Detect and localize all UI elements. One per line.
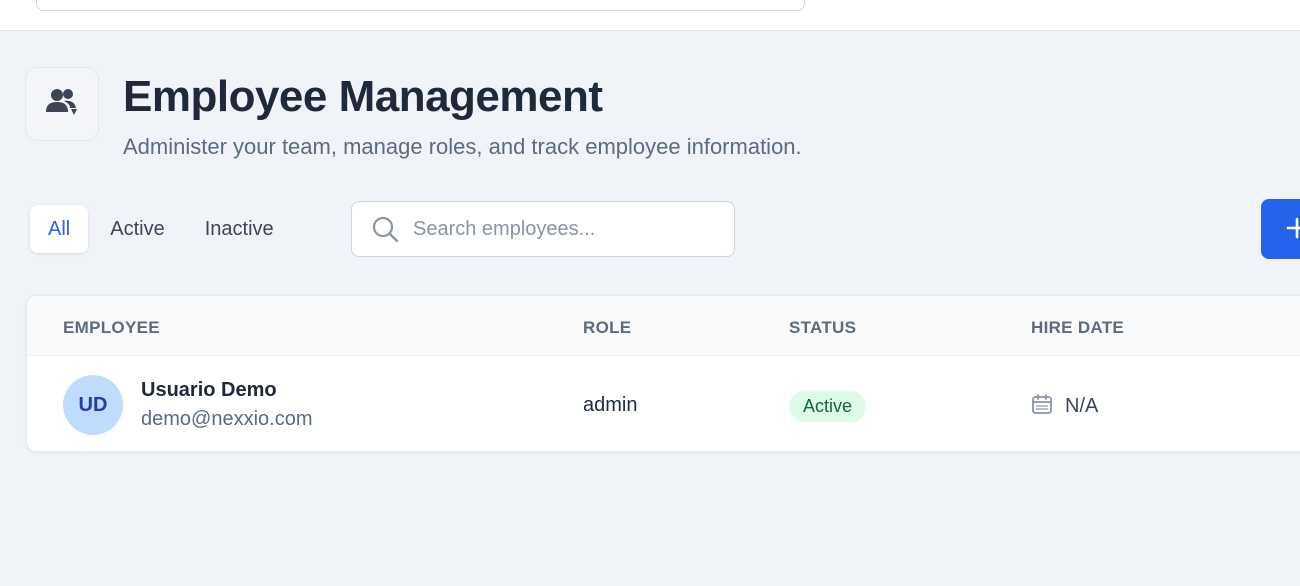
calendar-icon [1031,393,1053,420]
add-employee-button[interactable] [1261,199,1300,259]
page-title: Employee Management [123,72,603,121]
employee-role: admin [583,394,638,416]
search-icon [371,215,399,243]
table-row[interactable]: UD Usuario Demo demo@nexxio.com admin Ac… [27,356,1300,451]
employee-name: Usuario Demo [141,379,277,401]
tab-inactive[interactable]: Inactive [187,205,292,253]
table-header: EMPLOYEE ROLE STATUS HIRE DATE [27,296,1300,356]
plus-icon [1285,216,1300,243]
hire-date-cell: N/A [1031,393,1098,420]
users-icon [44,84,80,125]
status-filter-tabs: All Active Inactive [30,205,292,253]
employee-email: demo@nexxio.com [141,408,313,430]
tab-active[interactable]: Active [92,205,182,253]
column-header-hire-date[interactable]: HIRE DATE [1031,318,1124,338]
global-search-input[interactable] [36,0,805,11]
employee-table: EMPLOYEE ROLE STATUS HIRE DATE UD Usuari… [26,295,1300,452]
header-icon-container [25,67,99,141]
column-header-role[interactable]: ROLE [583,318,631,338]
avatar: UD [63,375,123,435]
hire-date-value: N/A [1065,395,1099,417]
status-badge: Active [789,391,867,422]
top-bar [0,0,1300,31]
page-subtitle: Administer your team, manage roles, and … [123,134,802,159]
employee-search-box [351,201,735,257]
tab-all[interactable]: All [30,205,89,253]
column-header-employee[interactable]: EMPLOYEE [63,318,160,338]
column-header-status[interactable]: STATUS [789,318,856,338]
employee-search-input[interactable] [413,217,713,241]
